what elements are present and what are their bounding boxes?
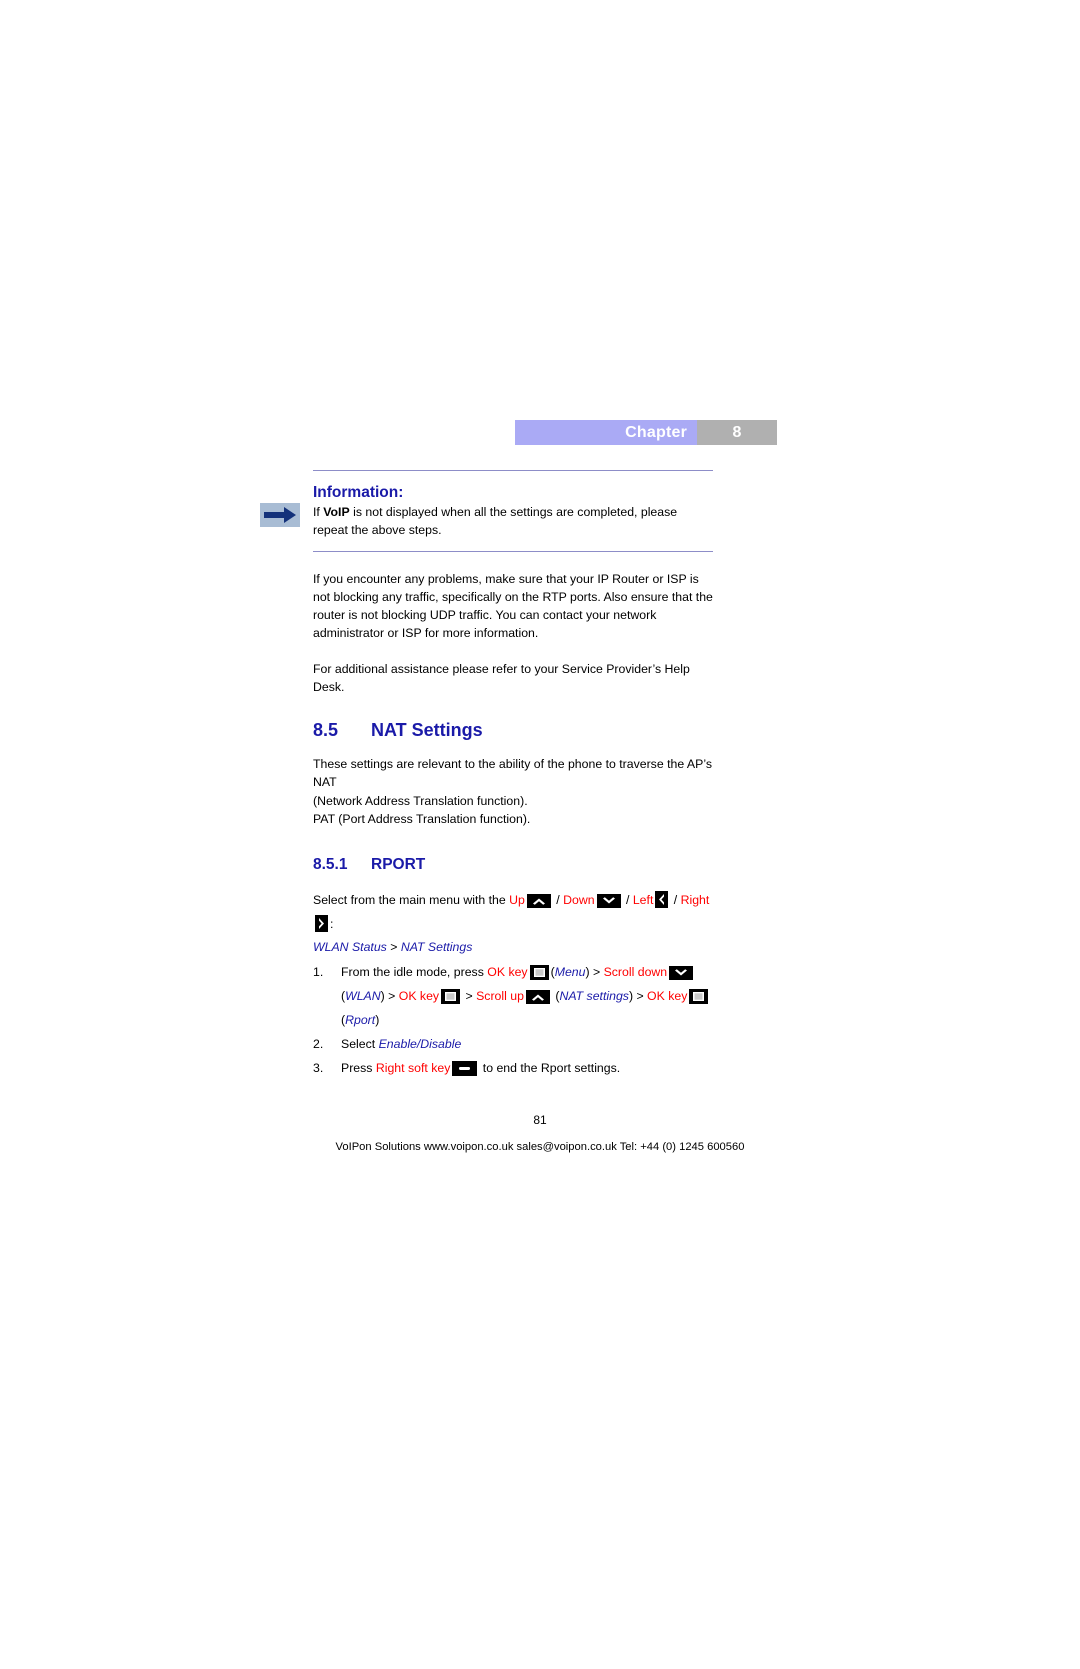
- step-1-body: From the idle mode, press OK key (Menu) >…: [341, 960, 713, 984]
- ok-key-icon: [689, 988, 709, 1004]
- paragraph-assistance: For additional assistance please refer t…: [313, 662, 690, 695]
- right-soft-key-icon: [452, 1060, 478, 1076]
- navigation-path-sep: >: [386, 939, 401, 954]
- chevron-down-icon: [596, 893, 621, 908]
- step-1-ok-key-label-2: OK key: [398, 988, 440, 1003]
- information-body-bold: VoIP: [323, 505, 350, 520]
- step-2-marker: 2.: [313, 1036, 324, 1051]
- step-3-seg-a: Press: [341, 1060, 376, 1075]
- section-heading: 8.5 NAT Settings: [313, 720, 713, 741]
- chapter-label-box: Chapter: [515, 420, 697, 445]
- list-item: 2. Select Enable/Disable: [313, 1032, 713, 1056]
- navigation-path: WLAN Status > NAT Settings: [313, 936, 713, 958]
- step-3-body: Press Right soft key to end the Rport se…: [341, 1056, 713, 1080]
- page-number: 81: [533, 1113, 547, 1127]
- chapter-header: Chapter 8: [515, 420, 777, 445]
- subsection-number: 8.5.1: [313, 855, 348, 873]
- subsection-heading: 8.5.1 RPORT: [313, 856, 713, 874]
- footer-text: VoIPon Solutions www.voipon.co.uk sales@…: [335, 1141, 745, 1153]
- step-1-ok-key-label-3: OK key: [647, 988, 688, 1003]
- information-body: If VoIP is not displayed when all the se…: [313, 504, 713, 540]
- section-title: NAT Settings: [371, 720, 483, 741]
- document-page: Chapter 8 Information: If VoIP is not di…: [0, 0, 1080, 1669]
- navigation-trailing: :: [330, 916, 334, 931]
- information-title: Information:: [313, 484, 404, 501]
- navigation-right-label: Right: [680, 892, 710, 907]
- chapter-label: Chapter: [625, 423, 687, 441]
- navigation-path-part1: WLAN Status: [313, 939, 387, 954]
- navigation-sep-1: /: [552, 892, 564, 907]
- step-1-continuation: (WLAN) > OK key > Scroll up (NAT setting…: [313, 984, 713, 1008]
- content-column: Information: If VoIP is not displayed wh…: [260, 470, 713, 1080]
- ok-key-icon: [529, 964, 549, 980]
- information-block: Information: If VoIP is not displayed wh…: [260, 483, 713, 540]
- divider-bottom: [313, 551, 713, 553]
- chevron-up-icon: [525, 989, 550, 1004]
- step-3-seg-b: to end the Rport settings.: [479, 1060, 621, 1075]
- step-3-marker: 3.: [313, 1060, 324, 1075]
- section-intro-line1: These settings are relevant to the abili…: [313, 757, 712, 790]
- step-1-ok-key-label: OK key: [487, 964, 528, 979]
- navigation-lead: Select from the main menu with the: [313, 892, 510, 907]
- chapter-number: 8: [732, 423, 742, 441]
- step-1-marker: 1.: [313, 964, 324, 979]
- step-1-scroll-down-label: Scroll down: [603, 964, 668, 979]
- chevron-up-icon: [526, 893, 551, 908]
- section-number: 8.5: [313, 720, 339, 741]
- step-1-cont-mid-1: ) >: [380, 988, 399, 1003]
- chapter-number-box: 8: [697, 420, 777, 445]
- list-item: 3. Press Right soft key to end the Rport…: [313, 1056, 713, 1080]
- navigation-left-label: Left: [632, 892, 654, 907]
- navigation-up-label: Up: [509, 892, 525, 907]
- step-1-nat-settings-italic: NAT settings: [559, 988, 629, 1003]
- navigation-instruction: Select from the main menu with the Up / …: [313, 888, 713, 936]
- paragraph-troubleshooting: If you encounter any problems, make sure…: [313, 572, 713, 641]
- list-item: 1. From the idle mode, press OK key (Menu…: [313, 960, 713, 984]
- ok-key-icon: [441, 988, 461, 1004]
- step-2-body: Select Enable/Disable: [341, 1032, 713, 1056]
- step-1-rport-italic: Rport: [345, 1012, 376, 1027]
- step-1-cont-mid-2: >: [462, 988, 477, 1003]
- chevron-left-icon: [655, 890, 669, 908]
- step-2-enable-disable-italic: Enable/Disable: [378, 1036, 462, 1051]
- step-2-seg-a: Select: [341, 1036, 379, 1051]
- navigation-path-part2: NAT Settings: [400, 939, 473, 954]
- navigation-sep-3: /: [670, 892, 681, 907]
- chevron-down-icon: [669, 965, 694, 980]
- information-body-lead: If: [313, 505, 324, 520]
- information-body-rest: is not displayed when all the settings a…: [313, 505, 678, 538]
- step-1-menu-italic: Menu: [554, 964, 586, 979]
- step-1-continuation-2: (Rport): [313, 1008, 713, 1032]
- section-intro-line2: (Network Address Translation function).: [313, 793, 528, 808]
- step-1-cont-mid-3: ) >: [628, 988, 648, 1003]
- navigation-down-label: Down: [563, 892, 595, 907]
- step-1-seg-a: From the idle mode, press: [341, 964, 488, 979]
- step-1-seg-b-close: ) >: [585, 964, 604, 979]
- steps-list: 1. From the idle mode, press OK key (Menu…: [313, 960, 713, 1080]
- navigation-sep-2: /: [622, 892, 633, 907]
- step-3-right-soft-key-label: Right soft key: [375, 1060, 451, 1075]
- chevron-right-icon: [315, 914, 328, 932]
- step-1-wlan-italic: WLAN: [345, 988, 381, 1003]
- divider-top: [313, 470, 713, 471]
- subsection-title: RPORT: [371, 855, 426, 873]
- section-intro-line3: PAT (Port Address Translation function).: [313, 811, 531, 826]
- step-1-rport-close: ): [375, 1012, 380, 1027]
- step-1-scroll-up-label: Scroll up: [476, 988, 524, 1003]
- right-arrow-icon: [260, 503, 300, 527]
